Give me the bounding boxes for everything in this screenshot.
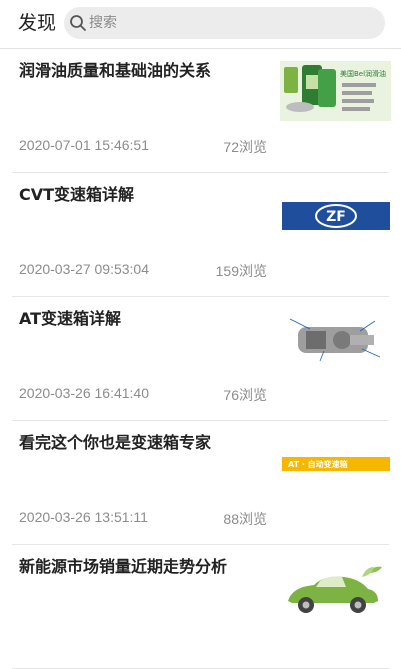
- article-date: 2020-03-26 13:51:11: [19, 509, 148, 525]
- green-car-thumbnail[interactable]: [280, 557, 391, 617]
- zf-logo-thumbnail[interactable]: ZF: [280, 185, 391, 245]
- transmission-diagram-thumbnail[interactable]: [280, 309, 391, 369]
- article-title[interactable]: CVT变速箱详解: [19, 183, 269, 207]
- article-date: 2020-03-26 16:41:40: [19, 385, 149, 401]
- oil-bottle-thumbnail[interactable]: 美国Bel润滑油: [280, 61, 391, 121]
- article-views: 76浏览: [223, 387, 267, 403]
- article-item[interactable]: 看完这个你也是变速箱专家 AT · 自动变速箱 2020-03-26 13:51…: [12, 421, 391, 545]
- at-banner-text: AT · 自动变速箱: [288, 459, 348, 469]
- article-title[interactable]: 润滑油质量和基础油的关系: [19, 59, 269, 83]
- at-banner-thumbnail[interactable]: AT · 自动变速箱: [280, 433, 391, 493]
- app-header: 发现: [0, 0, 401, 49]
- article-date: 2020-03-27 09:53:04: [19, 261, 149, 277]
- article-date: 2020-07-01 15:46:51: [19, 137, 149, 153]
- article-item[interactable]: AT变速箱详解 2020-03-26 16:41:40 76浏览: [12, 297, 391, 421]
- article-title[interactable]: 新能源市场销量近期走势分析: [19, 555, 269, 579]
- article-item[interactable]: CVT变速箱详解 ZF 2020-03-27 09:53:04 159浏览: [12, 173, 391, 297]
- search-bar[interactable]: [64, 7, 385, 39]
- article-views: 72浏览: [223, 139, 267, 155]
- article-views: 88浏览: [223, 511, 267, 527]
- article-item[interactable]: 新能源市场销量近期走势分析: [12, 545, 391, 669]
- page-title: 发现: [18, 12, 57, 34]
- thumb-caption: 美国Bel润滑油: [340, 69, 386, 78]
- article-views: 159浏览: [215, 263, 267, 279]
- search-icon: [69, 14, 87, 32]
- search-input[interactable]: [89, 7, 369, 39]
- article-list: 润滑油质量和基础油的关系 美国Bel润滑油 2020-07-01 15:46:5…: [0, 49, 401, 669]
- article-item[interactable]: 润滑油质量和基础油的关系 美国Bel润滑油 2020-07-01 15:46:5…: [12, 49, 391, 173]
- zf-logo-text: ZF: [326, 209, 346, 225]
- article-title[interactable]: 看完这个你也是变速箱专家: [19, 431, 269, 455]
- article-title[interactable]: AT变速箱详解: [19, 307, 269, 331]
